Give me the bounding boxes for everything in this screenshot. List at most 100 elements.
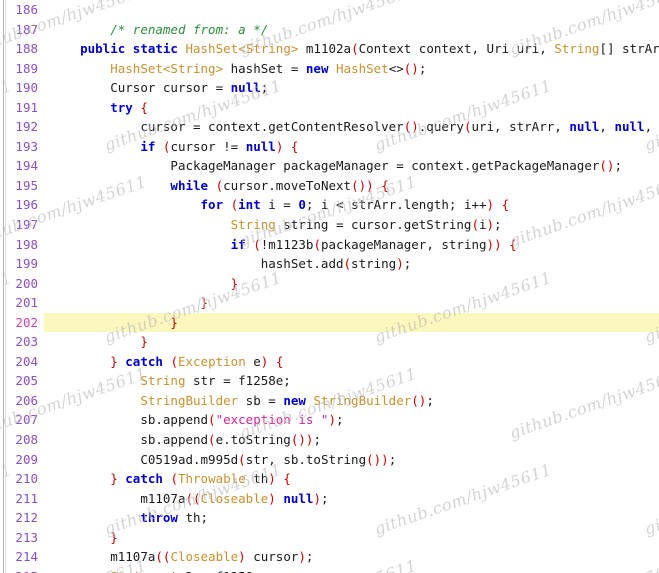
code-line[interactable]: 187 /* renamed from: a */ — [0, 20, 659, 40]
code-lines-container[interactable]: 186 187 /* renamed from: a */188 public s… — [0, 0, 659, 573]
code-token: new — [305, 60, 329, 76]
code-token: cursor.moveToNext — [223, 177, 352, 193]
code-line[interactable]: 214 m1107a((Closeable) cursor); — [0, 547, 659, 567]
code-token: e.toString — [215, 432, 291, 448]
code-token: ; — [418, 60, 427, 76]
code-token: Uri — [486, 41, 510, 57]
code-token: PackageManager packageManager = context.… — [170, 158, 600, 174]
code-token: Cursor — [110, 80, 156, 96]
code-line[interactable]: 189 HashSet<String> hashSet = new HashSe… — [0, 59, 659, 79]
code-line[interactable]: 213 } — [0, 528, 659, 548]
code-line[interactable]: 215 String str2 = f1258e; — [0, 567, 659, 573]
code-token: null — [283, 490, 314, 506]
code-text[interactable]: if (cursor != null) { — [50, 137, 298, 157]
code-token: } — [170, 314, 178, 330]
code-token: , — [644, 119, 659, 135]
code-line[interactable]: 211 m1107a((Closeable) null); — [0, 489, 659, 509]
code-text[interactable]: Cursor cursor = null; — [50, 78, 268, 98]
code-text[interactable]: try { — [50, 98, 148, 118]
code-line[interactable]: 206 StringBuilder sb = new StringBuilder… — [0, 391, 659, 411]
code-text[interactable]: } — [50, 313, 178, 333]
code-token: ( — [155, 549, 163, 565]
code-token: { — [290, 138, 299, 154]
code-token: ; — [614, 158, 622, 174]
code-text[interactable]: m1107a((Closeable) cursor); — [50, 547, 313, 567]
code-line[interactable]: 200 } — [0, 274, 659, 294]
code-line[interactable]: 193 if (cursor != null) { — [0, 137, 659, 157]
code-line[interactable]: 196 for (int i = 0; i < strArr.length; i… — [0, 195, 659, 215]
code-text[interactable]: String str = f1258e; — [50, 371, 291, 391]
code-token: ; — [403, 256, 412, 272]
code-text[interactable]: } catch (Exception e) { — [50, 352, 283, 372]
code-line[interactable]: 207 sb.append("exception is "); — [0, 410, 659, 430]
code-token: string — [351, 256, 397, 272]
code-line[interactable]: 192 cursor = context.getContentResolver(… — [0, 117, 659, 137]
code-line[interactable]: 199 hashSet.add(string); — [0, 254, 659, 274]
code-line[interactable]: 198 if (!m1123b(packageManager, string))… — [0, 235, 659, 255]
code-text[interactable]: C0519ad.m995d(str, sb.toString()); — [50, 450, 396, 470]
code-token: str, sb.toString — [245, 451, 367, 467]
code-token: uri, — [509, 41, 555, 57]
code-token: ; — [426, 392, 434, 408]
code-token: ) — [313, 490, 321, 506]
code-token: i = — [260, 197, 299, 213]
code-text[interactable]: String str2 = f1258e; — [50, 567, 268, 573]
code-token: ) — [298, 549, 306, 565]
code-token: { — [140, 99, 148, 115]
code-text[interactable]: PackageManager packageManager = context.… — [50, 156, 622, 176]
code-line[interactable]: 190 Cursor cursor = null; — [0, 78, 659, 98]
code-text[interactable]: throw th; — [50, 508, 208, 528]
code-token: ( — [193, 490, 201, 506]
code-text[interactable]: sb.append(e.toString()); — [50, 430, 321, 450]
code-line[interactable]: 210 } catch (Throwable th) { — [0, 469, 659, 489]
code-token: } — [110, 529, 118, 545]
code-text[interactable]: m1107a((Closeable) null); — [50, 489, 328, 509]
code-text[interactable]: } — [50, 332, 148, 352]
code-token: HashSet — [336, 60, 389, 76]
code-text[interactable]: while (cursor.moveToNext()) { — [50, 176, 388, 196]
code-line[interactable]: 191 try { — [0, 98, 659, 118]
code-text[interactable]: hashSet.add(string); — [50, 254, 412, 274]
code-token: () — [403, 119, 419, 135]
code-text[interactable]: if (!m1123b(packageManager, string)) { — [50, 235, 517, 255]
code-text[interactable]: } — [50, 274, 239, 294]
code-text[interactable]: public static HashSet<String> m1102a(Con… — [50, 39, 659, 59]
code-line[interactable]: 205 String str = f1258e; — [0, 371, 659, 391]
code-token: ; i — [305, 197, 337, 213]
code-text[interactable]: } catch (Throwable th) { — [50, 469, 291, 489]
code-line[interactable]: 195 while (cursor.moveToNext()) { — [0, 176, 659, 196]
code-text[interactable]: cursor = context.getContentResolver().qu… — [50, 117, 659, 137]
code-text[interactable]: String string = cursor.getString(i); — [50, 215, 502, 235]
code-line[interactable]: 197 String string = cursor.getString(i); — [0, 215, 659, 235]
code-token: i — [478, 217, 487, 233]
code-line[interactable]: 203 } — [0, 332, 659, 352]
code-line[interactable]: 208 sb.append(e.toString()); — [0, 430, 659, 450]
code-text[interactable]: sb.append("exception is "); — [50, 410, 343, 430]
code-text[interactable]: StringBuilder sb = new StringBuilder(); — [50, 391, 434, 411]
code-text[interactable]: } — [50, 528, 118, 548]
code-token: ( — [253, 236, 261, 252]
code-line[interactable]: 202 } — [0, 312, 659, 333]
code-line[interactable]: 209 C0519ad.m995d(str, sb.toString()); — [0, 450, 659, 470]
code-line[interactable]: 201 } — [0, 293, 659, 313]
code-text[interactable]: HashSet<String> hashSet = new HashSet<>(… — [50, 59, 426, 79]
code-viewer[interactable]: 186 187 /* renamed from: a */188 public s… — [0, 0, 659, 573]
code-line[interactable]: 212 throw th; — [0, 508, 659, 528]
code-line[interactable]: 194 PackageManager packageManager = cont… — [0, 156, 659, 176]
code-line[interactable]: 204 } catch (Exception e) { — [0, 352, 659, 372]
code-text[interactable]: /* renamed from: a */ — [50, 20, 268, 40]
code-line[interactable]: 188 public static HashSet<String> m1102a… — [0, 39, 659, 59]
code-text[interactable]: for (int i = 0; i < strArr.length; i++) … — [50, 195, 510, 215]
code-line[interactable]: 186 — [0, 0, 659, 20]
code-text[interactable]: } — [50, 293, 209, 313]
